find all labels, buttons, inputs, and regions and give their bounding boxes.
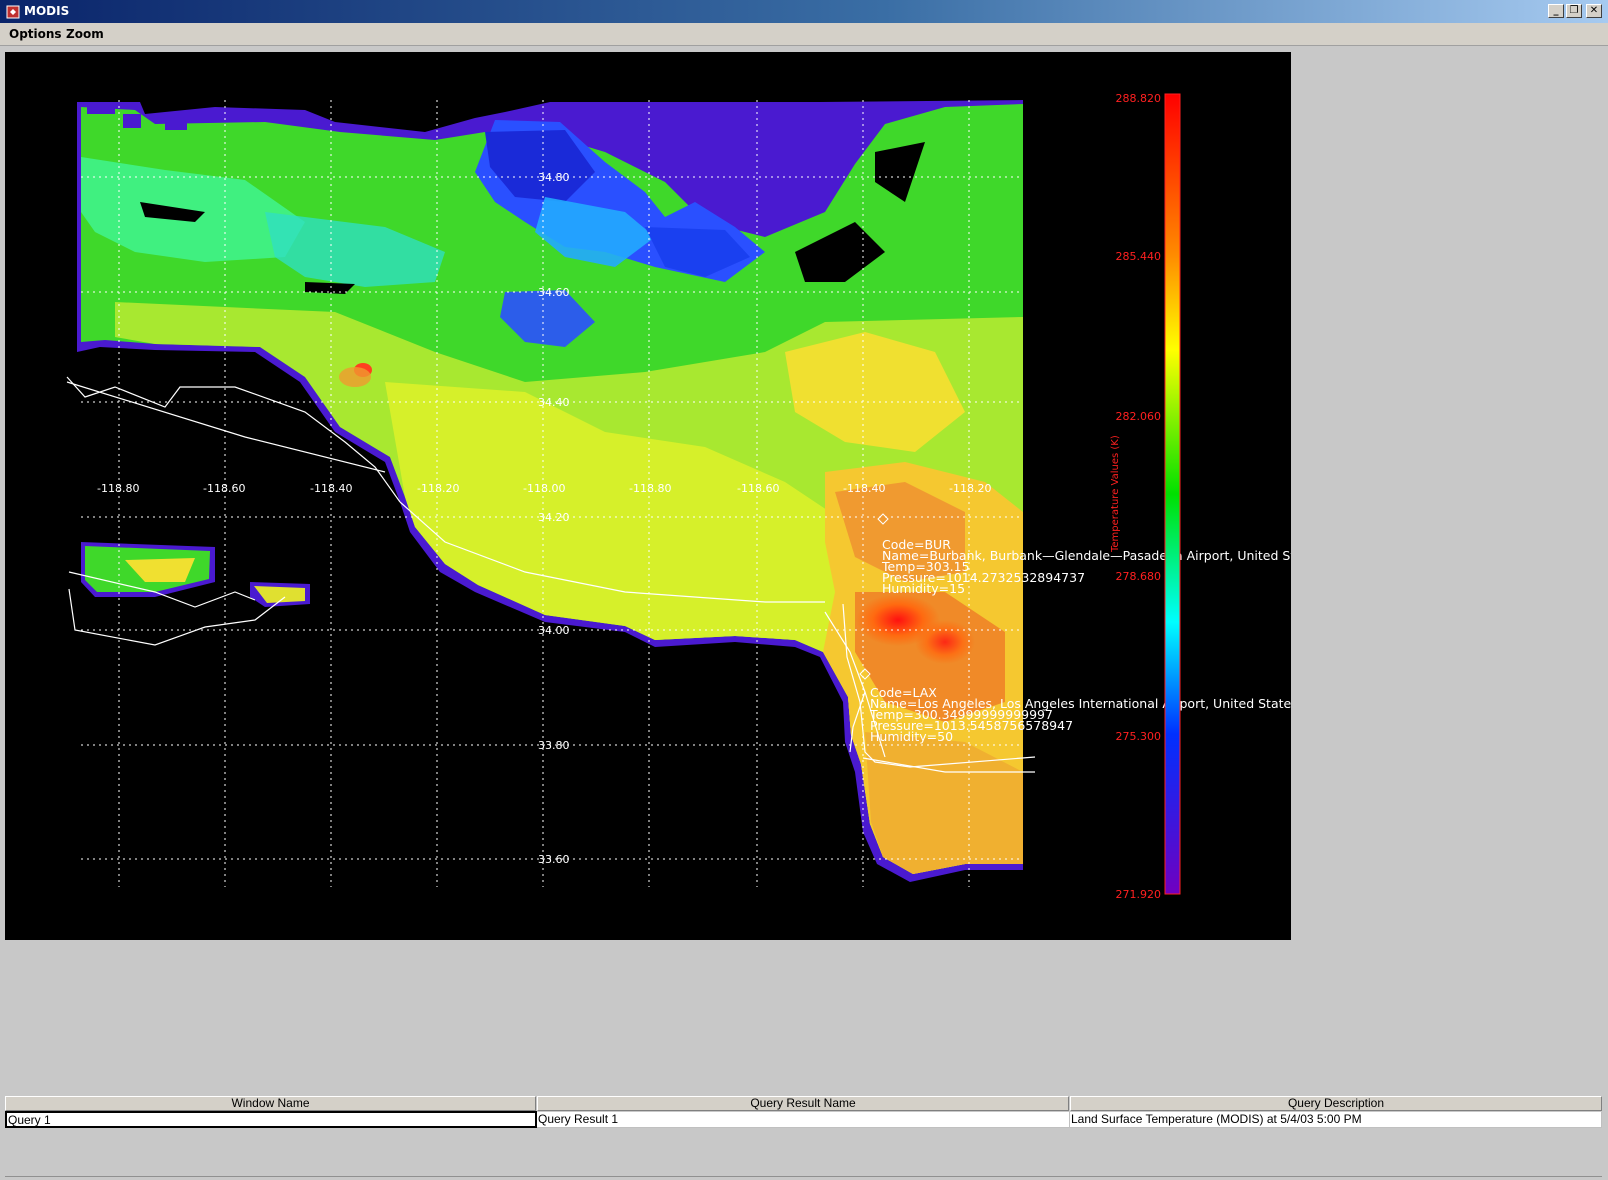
colorbar-tick: 271.920 <box>1116 888 1162 901</box>
colorbar-gradient <box>1164 93 1181 895</box>
table-cell-query-result-name[interactable]: Query Result 1 <box>537 1112 1070 1128</box>
table-empty-area <box>5 1132 1602 1177</box>
colorbar-tick: 288.820 <box>1116 92 1162 105</box>
lon-label: -118.40 <box>310 482 352 495</box>
lat-label: 33.60 <box>538 853 570 866</box>
colorbar-tick: 282.060 <box>1116 410 1162 423</box>
column-header-query-description[interactable]: Query Description <box>1070 1096 1602 1111</box>
colorbar-tick: 278.680 <box>1116 570 1162 583</box>
close-button[interactable]: ✕ <box>1586 4 1602 18</box>
lon-label: -118.80 <box>97 482 139 495</box>
window-title: MODIS <box>24 4 70 18</box>
colorbar-tick: 285.440 <box>1116 250 1162 263</box>
lon-label: -118.60 <box>203 482 245 495</box>
lon-label: -118.20 <box>417 482 459 495</box>
map-plot-canvas[interactable]: -118.80 -118.60 -118.40 -118.20 -118.00 … <box>5 52 1291 940</box>
restore-button[interactable]: ❐ <box>1566 4 1582 18</box>
colorbar-title: Temperature Values (K) <box>1110 435 1121 553</box>
menu-bar: Options Zoom <box>0 23 1608 46</box>
minimize-button[interactable]: _ <box>1548 4 1564 18</box>
colorbar-tick: 275.300 <box>1116 730 1162 743</box>
lat-label: 34.60 <box>538 286 570 299</box>
lon-label: -118.60 <box>737 482 779 495</box>
app-icon <box>6 4 20 19</box>
menu-zoom[interactable]: Zoom <box>66 27 104 41</box>
lat-label: 33.80 <box>538 739 570 752</box>
column-header-window-name[interactable]: Window Name <box>5 1096 536 1111</box>
lat-label: 34.80 <box>538 171 570 184</box>
lon-label: -118.00 <box>523 482 565 495</box>
table-cell-window-name[interactable]: Query 1 <box>5 1111 537 1128</box>
table-cell-query-description[interactable]: Land Surface Temperature (MODIS) at 5/4/… <box>1070 1112 1602 1128</box>
lat-label: 34.00 <box>538 624 570 637</box>
longitude-labels: -118.80 -118.60 -118.40 -118.20 -118.00 … <box>97 482 991 495</box>
title-bar: MODIS _ ❐ ✕ <box>0 0 1608 23</box>
lon-label: -118.20 <box>949 482 991 495</box>
bur-humidity: Humidity=15 <box>882 581 965 596</box>
lon-label: -118.40 <box>843 482 885 495</box>
query-table: Window Name Query Result Name Query Desc… <box>5 1096 1602 1132</box>
lat-label: 34.20 <box>538 511 570 524</box>
lon-label: -118.80 <box>629 482 671 495</box>
lat-label: 34.40 <box>538 396 570 409</box>
lax-humidity: Humidity=50 <box>870 729 953 744</box>
menu-options[interactable]: Options <box>9 27 62 41</box>
column-header-query-result-name[interactable]: Query Result Name <box>537 1096 1069 1111</box>
